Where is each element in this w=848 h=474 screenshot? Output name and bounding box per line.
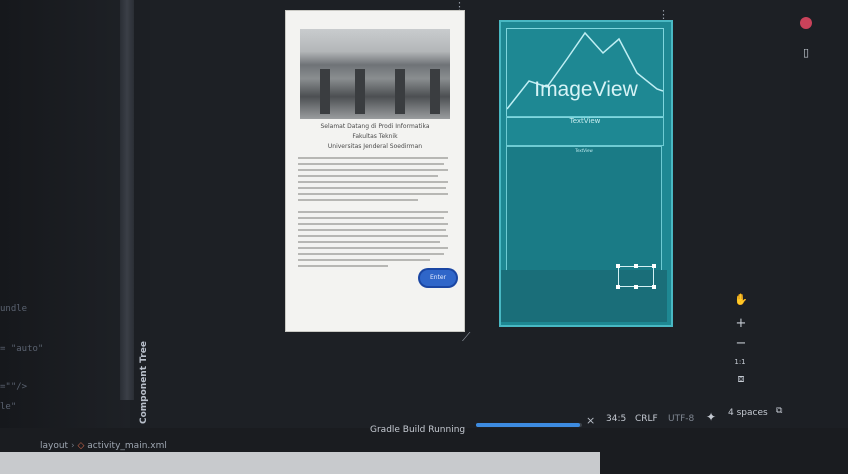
breadcrumb-item[interactable]: layout	[40, 441, 68, 451]
panel-divider[interactable]	[120, 0, 134, 400]
enter-button[interactable]: Enter	[420, 270, 456, 286]
title-line: Selamat Datang di Prodi Informatika	[320, 123, 430, 130]
breadcrumb: layout › ◇ activity_main.xml	[40, 441, 167, 451]
blueprint-imageview[interactable]	[506, 28, 664, 118]
breadcrumb-item[interactable]: activity_main.xml	[87, 441, 167, 451]
indent-setting[interactable]: 4 spaces	[728, 408, 768, 418]
taskbar-strip	[0, 452, 600, 474]
textview-label: TextView	[569, 117, 601, 125]
cancel-build-icon[interactable]: ×	[586, 414, 595, 427]
title-line: Fakultas Teknik	[352, 133, 398, 140]
build-status[interactable]: Gradle Build Running	[370, 425, 465, 435]
zoom-in-icon[interactable]: +	[734, 317, 748, 331]
ai-assistant-icon[interactable]: ✦	[706, 410, 716, 424]
hand-icon[interactable]: ✋	[734, 293, 748, 307]
imageview-label: ImageView	[534, 78, 638, 101]
resize-handle-icon[interactable]: ⟋	[462, 330, 470, 345]
zoom-out-icon[interactable]: −	[734, 337, 748, 351]
line-ending[interactable]: CRLF	[635, 414, 658, 424]
blueprint-scrollview[interactable]: TextView	[506, 146, 662, 272]
campus-photo	[300, 29, 450, 119]
one-to-one-icon[interactable]: 1:1	[733, 355, 747, 369]
notification-icon[interactable]	[800, 17, 812, 29]
code-editor-area[interactable]: undle = "auto" =""/> le"	[0, 0, 130, 430]
component-tree-label: Component Tree	[139, 341, 149, 424]
title-line: Universitas Jenderal Soedirman	[327, 143, 423, 150]
code-fragment: = "auto"	[0, 344, 44, 354]
cursor-position[interactable]: 34:5	[606, 414, 626, 424]
xml-file-icon: ◇	[77, 441, 85, 451]
code-fragment: undle	[0, 304, 28, 314]
mountain-icon	[507, 31, 663, 110]
layout-canvas[interactable]	[150, 0, 790, 430]
lock-icon[interactable]: ⧉	[776, 406, 782, 416]
file-encoding[interactable]: UTF-8	[668, 414, 694, 424]
blueprint-textview[interactable]: TextView	[506, 116, 664, 146]
build-progress-fill	[476, 423, 580, 427]
code-fragment: =""/>	[0, 382, 28, 392]
device-manager-icon[interactable]: ▯	[799, 46, 813, 60]
fit-screen-icon[interactable]: ⧈	[734, 372, 748, 386]
code-fragment: le"	[0, 402, 17, 412]
blueprint-button-selected[interactable]	[616, 264, 656, 289]
scroll-textview-label: TextView	[575, 148, 593, 153]
